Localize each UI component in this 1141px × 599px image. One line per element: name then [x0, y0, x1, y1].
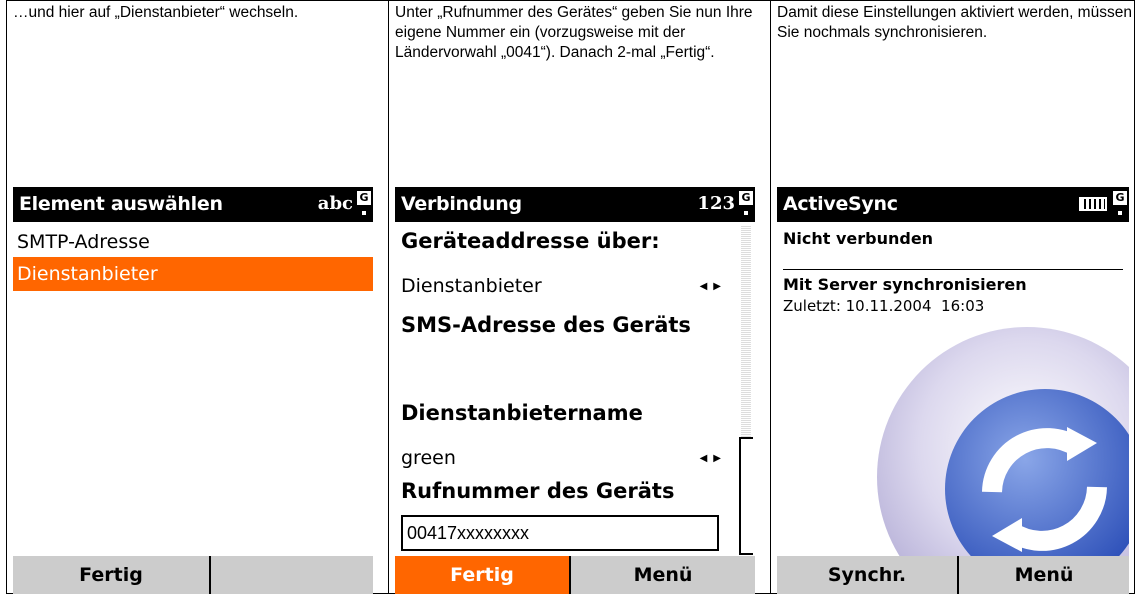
screen-title: Verbindung	[401, 193, 522, 215]
tutorial-table: …und hier auf „Dienstanbieter“ wechseln.…	[6, 0, 1135, 594]
input-mode-indicator: abc	[317, 193, 353, 214]
softkey-fertig[interactable]: Fertig	[13, 556, 209, 594]
screen-title: Element auswählen	[19, 193, 223, 215]
signal-dot-icon	[362, 211, 366, 215]
panel-2: Unter „Rufnummer des Gerätes“ geben Sie …	[389, 1, 763, 594]
sync-icon	[877, 327, 1129, 594]
label-sms-address: SMS-Adresse des Geräts	[401, 313, 691, 337]
left-right-arrows-icon[interactable]: ◀▶	[700, 453, 727, 464]
network-g-icon: G	[739, 191, 753, 205]
panel-1-caption: …und hier auf „Dienstanbieter“ wechseln.	[13, 4, 299, 21]
label-provider-name: Dienstanbietername	[401, 401, 643, 425]
label-device-address: Geräteaddresse über:	[401, 229, 660, 253]
softkey-menu[interactable]: Menü	[959, 556, 1129, 594]
left-right-arrows-icon[interactable]: ◀▶	[700, 281, 727, 292]
softkey-bar: Synchr. Menü	[777, 556, 1129, 594]
network-g-icon: G	[357, 191, 371, 205]
softkey-bar: Fertig	[13, 556, 373, 594]
value-device-address[interactable]: Dienstanbieter	[401, 275, 542, 297]
panel-2-caption: Unter „Rufnummer des Gerätes“ geben Sie …	[395, 4, 753, 61]
input-mode-indicator: 123	[697, 193, 735, 214]
panel-3-caption: Damit diese Einstellungen aktiviert werd…	[777, 4, 1132, 41]
panel-3: Damit diese Einstellungen aktiviert werd…	[771, 1, 1135, 594]
phone-screen-1: Element auswählen abc G SMTP-Adresse Die…	[13, 187, 373, 594]
list-item-smtp[interactable]: SMTP-Adresse	[13, 225, 373, 259]
phone-screen-3: ActiveSync G Nicht verbunden Mit Server …	[777, 187, 1129, 594]
value-provider-name[interactable]: green	[401, 447, 456, 469]
softkey-bar: Fertig Menü	[395, 556, 755, 594]
label-phone-number: Rufnummer des Geräts	[401, 479, 675, 503]
softkey-right[interactable]	[211, 556, 373, 594]
phone-screen-2: Verbindung 123 G Geräteaddresse über: Di…	[395, 187, 755, 594]
softkey-fertig[interactable]: Fertig	[395, 556, 569, 594]
list-item-dienstanbieter[interactable]: Dienstanbieter	[13, 257, 373, 291]
softkey-menu[interactable]: Menü	[571, 556, 755, 594]
panel-1: …und hier auf „Dienstanbieter“ wechseln.…	[7, 1, 381, 594]
title-bar: Element auswählen abc G	[13, 187, 373, 222]
title-bar: Verbindung 123 G	[395, 187, 755, 222]
softkey-sync[interactable]: Synchr.	[777, 556, 957, 594]
signal-dot-icon	[744, 211, 748, 215]
phone-number-field[interactable]: 00417xxxxxxxx	[401, 515, 719, 551]
scrollbar-thumb[interactable]	[739, 437, 753, 555]
